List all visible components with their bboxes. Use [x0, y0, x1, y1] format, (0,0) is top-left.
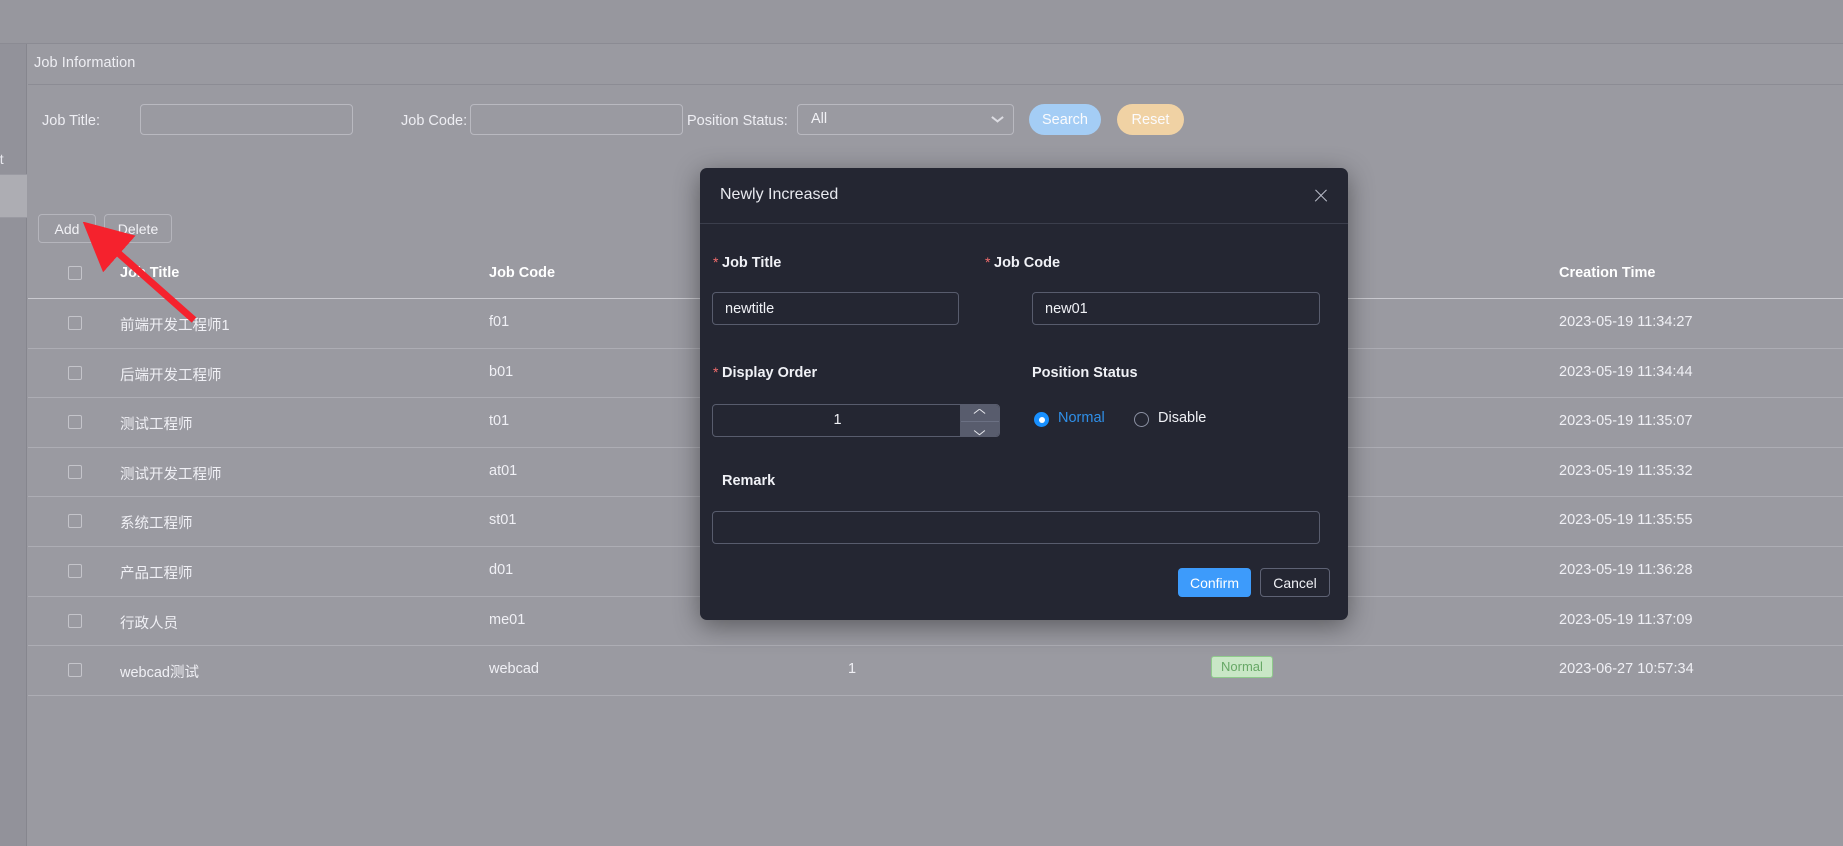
dialog-remark-input[interactable]: [712, 511, 1320, 544]
stepper-decrement-button[interactable]: [961, 420, 999, 438]
radio-disable-label[interactable]: Disable: [1158, 410, 1206, 426]
dialog-job-code-input[interactable]: [1032, 292, 1320, 325]
display-order-required-mark: *: [713, 364, 719, 380]
job-code-required-mark: *: [985, 254, 991, 270]
dialog-job-title-label: Job Title: [722, 255, 782, 271]
modal-overlay: Newly Increased * Job Title * Job Code *…: [0, 0, 1843, 846]
app-root: nt t Job Information Job Title: Job Code…: [0, 0, 1843, 846]
newly-increased-dialog: Newly Increased: [700, 168, 1348, 620]
stepper-increment-button[interactable]: [961, 405, 999, 421]
job-title-required-mark: *: [713, 254, 719, 270]
radio-normal[interactable]: [1034, 412, 1049, 427]
dialog-job-code-label: Job Code: [994, 255, 1061, 271]
close-icon[interactable]: [1311, 186, 1331, 206]
confirm-button[interactable]: Confirm: [1178, 568, 1251, 597]
chevron-down-icon: [974, 428, 985, 434]
dialog-header: Newly Increased: [700, 168, 1348, 224]
dialog-position-status-label: Position Status: [1032, 365, 1138, 381]
cancel-button[interactable]: Cancel: [1260, 568, 1330, 597]
dialog-job-title-input[interactable]: [712, 292, 959, 325]
display-order-value: 1: [833, 412, 842, 428]
dialog-display-order-label: Display Order: [722, 365, 818, 381]
dialog-title: Newly Increased: [720, 186, 839, 203]
chevron-up-icon: [974, 411, 985, 417]
radio-disable[interactable]: [1134, 412, 1149, 427]
dialog-remark-label: Remark: [722, 473, 776, 489]
stepper-buttons: [960, 405, 999, 436]
radio-normal-label[interactable]: Normal: [1058, 410, 1105, 426]
dialog-display-order-stepper[interactable]: 1: [712, 404, 1000, 437]
